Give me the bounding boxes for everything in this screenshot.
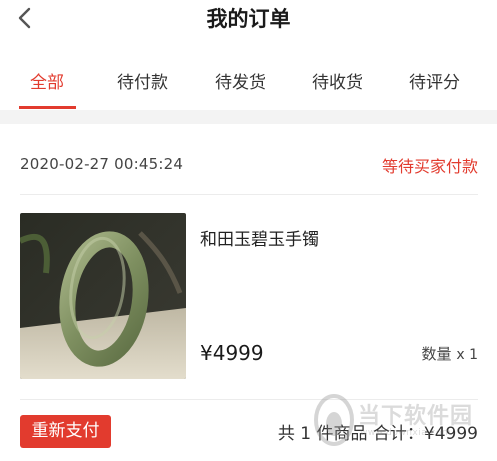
order-time: 2020-02-27 00:45:24 [20, 155, 184, 173]
product-quantity: 数量 x 1 [422, 343, 478, 364]
product-image[interactable] [20, 213, 186, 379]
quantity-value: x 1 [456, 347, 478, 363]
repay-button[interactable]: 重新支付 [20, 415, 111, 448]
order-tabs: 全部 待付款 待发货 待收货 待评分 [0, 52, 497, 110]
order-summary: 共 1 件商品 合计：¥4999 [277, 424, 478, 444]
tab-pending-payment[interactable]: 待付款 [117, 68, 168, 93]
jade-bangle-image [20, 213, 186, 379]
tab-pending-review[interactable]: 待评分 [409, 68, 460, 93]
order-status: 等待买家付款 [381, 157, 478, 176]
divider [20, 399, 478, 400]
product-name[interactable]: 和田玉碧玉手镯 [200, 225, 319, 250]
product-price: ¥4999 [200, 341, 264, 365]
page-title: 我的订单 [206, 7, 291, 31]
section-divider [0, 110, 497, 124]
quantity-label: 数量 [421, 345, 452, 363]
tab-all[interactable]: 全部 [30, 68, 64, 93]
tab-pending-receipt[interactable]: 待收货 [312, 68, 363, 93]
tab-pending-shipment[interactable]: 待发货 [215, 68, 266, 93]
divider [20, 194, 478, 195]
header: 我的订单 [0, 0, 497, 40]
active-tab-indicator [19, 106, 76, 109]
